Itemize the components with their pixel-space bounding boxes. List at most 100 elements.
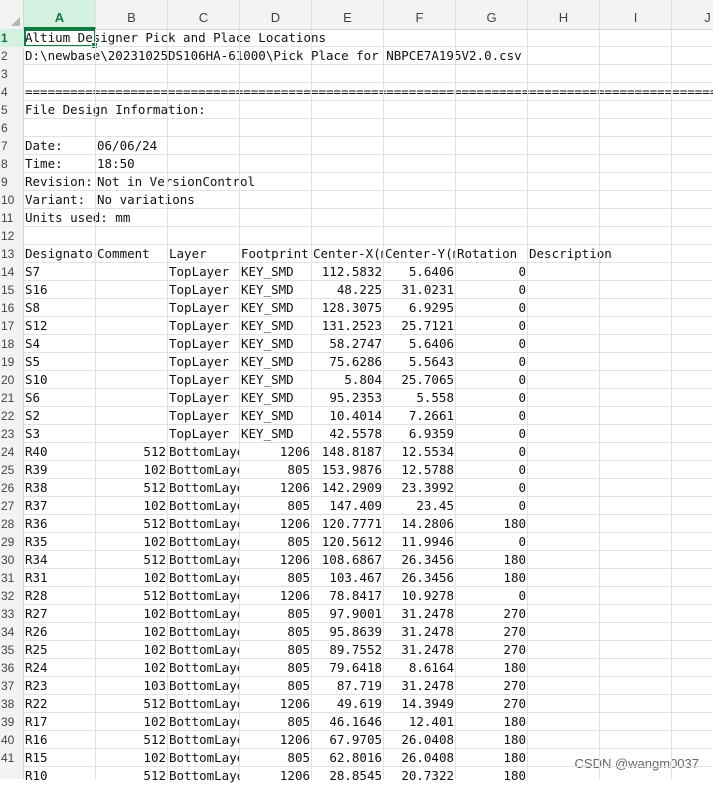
designator-cell[interactable]: R40 — [25, 443, 48, 461]
row-header-39[interactable]: 39 — [0, 713, 24, 731]
footprint-cell[interactable]: KEY_SMD — [241, 353, 312, 371]
center-y-cell[interactable]: 14.3949 — [384, 695, 454, 713]
designator-cell[interactable]: S12 — [25, 317, 48, 335]
center-x-cell[interactable]: 153.9876 — [312, 461, 382, 479]
footprint-cell[interactable]: 1206 — [240, 515, 310, 533]
designator-cell[interactable]: S8 — [25, 299, 40, 317]
center-y-cell[interactable]: 12.5534 — [384, 443, 454, 461]
center-y-cell[interactable]: 5.558 — [384, 389, 454, 407]
rotation-cell[interactable]: 0 — [456, 317, 526, 335]
center-x-cell[interactable]: 5.804 — [312, 371, 382, 389]
layer-cell[interactable]: BottomLayer — [169, 443, 240, 461]
layer-cell[interactable]: BottomLayer — [169, 461, 240, 479]
rotation-cell[interactable]: 0 — [456, 479, 526, 497]
row-header-10[interactable]: 10 — [0, 191, 24, 209]
center-x-cell[interactable]: 46.1646 — [312, 713, 382, 731]
row-header-27[interactable]: 27 — [0, 497, 24, 515]
layer-cell[interactable]: BottomLayer — [169, 479, 240, 497]
designator-cell[interactable]: R36 — [25, 515, 48, 533]
footprint-cell[interactable]: 1206 — [240, 587, 310, 605]
rotation-cell[interactable]: 0 — [456, 389, 526, 407]
row-header-28[interactable]: 28 — [0, 515, 24, 533]
center-y-cell[interactable]: 26.0408 — [384, 749, 454, 767]
rotation-cell[interactable]: 270 — [456, 695, 526, 713]
layer-cell[interactable]: BottomLayer — [169, 731, 240, 749]
layer-cell[interactable]: BottomLayer — [169, 551, 240, 569]
layer-cell[interactable]: BottomLayer — [169, 533, 240, 551]
center-x-cell[interactable]: 95.2353 — [312, 389, 382, 407]
rotation-cell[interactable]: 270 — [456, 623, 526, 641]
center-x-cell[interactable]: 95.8639 — [312, 623, 382, 641]
row-header-24[interactable]: 24 — [0, 443, 24, 461]
column-header-e[interactable]: E — [312, 0, 384, 29]
row-header-30[interactable]: 30 — [0, 551, 24, 569]
cell-file-design-info[interactable]: File Design Information: — [25, 101, 206, 119]
center-x-cell[interactable]: 97.9001 — [312, 605, 382, 623]
designator-cell[interactable]: R22 — [25, 695, 48, 713]
footprint-cell[interactable]: 805 — [240, 659, 310, 677]
center-y-cell[interactable]: 8.6164 — [384, 659, 454, 677]
column-header-f[interactable]: F — [384, 0, 456, 29]
rotation-cell[interactable]: 180 — [456, 659, 526, 677]
center-x-cell[interactable]: 28.8545 — [312, 767, 382, 785]
cell-separator[interactable]: ========================================… — [25, 83, 713, 101]
footprint-cell[interactable]: 805 — [240, 677, 310, 695]
row-header-34[interactable]: 34 — [0, 623, 24, 641]
row-header-32[interactable]: 32 — [0, 587, 24, 605]
center-y-cell[interactable]: 5.6406 — [384, 335, 454, 353]
designator-cell[interactable]: S6 — [25, 389, 40, 407]
column-header-i[interactable]: I — [600, 0, 672, 29]
row-header-15[interactable]: 15 — [0, 281, 24, 299]
row-header-37[interactable]: 37 — [0, 677, 24, 695]
rotation-cell[interactable]: 180 — [456, 731, 526, 749]
designator-cell[interactable]: R39 — [25, 461, 48, 479]
cell-variant-value[interactable]: No variations — [97, 191, 195, 209]
rotation-cell[interactable]: 180 — [456, 713, 526, 731]
table-header-cell[interactable]: Designator — [25, 245, 96, 263]
row-header-4[interactable]: 4 — [0, 83, 24, 101]
column-header-g[interactable]: G — [456, 0, 528, 29]
center-x-cell[interactable]: 112.5832 — [312, 263, 382, 281]
rotation-cell[interactable]: 0 — [456, 497, 526, 515]
row-header-23[interactable]: 23 — [0, 425, 24, 443]
row-header-11[interactable]: 11 — [0, 209, 24, 227]
center-y-cell[interactable]: 12.401 — [384, 713, 454, 731]
select-all-corner[interactable] — [0, 0, 24, 29]
footprint-cell[interactable]: KEY_SMD — [241, 299, 312, 317]
rotation-cell[interactable]: 0 — [456, 353, 526, 371]
center-x-cell[interactable]: 131.2523 — [312, 317, 382, 335]
footprint-cell[interactable]: 1206 — [240, 695, 310, 713]
center-x-cell[interactable]: 89.7552 — [312, 641, 382, 659]
center-y-cell[interactable]: 7.2661 — [384, 407, 454, 425]
footprint-cell[interactable]: 805 — [240, 749, 310, 767]
layer-cell[interactable]: TopLayer — [169, 425, 240, 443]
center-x-cell[interactable]: 120.5612 — [312, 533, 382, 551]
cell-units-label[interactable]: Units used: mm — [25, 209, 130, 227]
center-y-cell[interactable]: 31.0231 — [384, 281, 454, 299]
footprint-cell[interactable]: KEY_SMD — [241, 425, 312, 443]
table-header-cell[interactable]: Rotation — [457, 245, 528, 263]
center-x-cell[interactable]: 58.2747 — [312, 335, 382, 353]
row-header-2[interactable]: 2 — [0, 47, 24, 65]
layer-cell[interactable]: BottomLayer — [169, 587, 240, 605]
center-y-cell[interactable]: 26.3456 — [384, 551, 454, 569]
center-x-cell[interactable]: 103.467 — [312, 569, 382, 587]
row-header-21[interactable]: 21 — [0, 389, 24, 407]
rotation-cell[interactable]: 0 — [456, 461, 526, 479]
table-header-cell[interactable]: Layer — [169, 245, 240, 263]
footprint-cell[interactable]: 805 — [240, 569, 310, 587]
center-y-cell[interactable]: 31.2478 — [384, 623, 454, 641]
designator-cell[interactable]: R38 — [25, 479, 48, 497]
center-y-cell[interactable]: 20.7322 — [384, 767, 454, 785]
rotation-cell[interactable]: 0 — [456, 281, 526, 299]
designator-cell[interactable]: S7 — [25, 263, 40, 281]
footprint-cell[interactable]: KEY_SMD — [241, 407, 312, 425]
layer-cell[interactable]: TopLayer — [169, 407, 240, 425]
comment-cell[interactable]: 102 — [96, 641, 166, 659]
column-header-c[interactable]: C — [168, 0, 240, 29]
cell-revision-label[interactable]: Revision: — [25, 173, 93, 191]
row-header-31[interactable]: 31 — [0, 569, 24, 587]
row-header-1[interactable]: 1 — [0, 29, 24, 47]
row-header-17[interactable]: 17 — [0, 317, 24, 335]
table-header-cell[interactable]: Comment — [97, 245, 168, 263]
